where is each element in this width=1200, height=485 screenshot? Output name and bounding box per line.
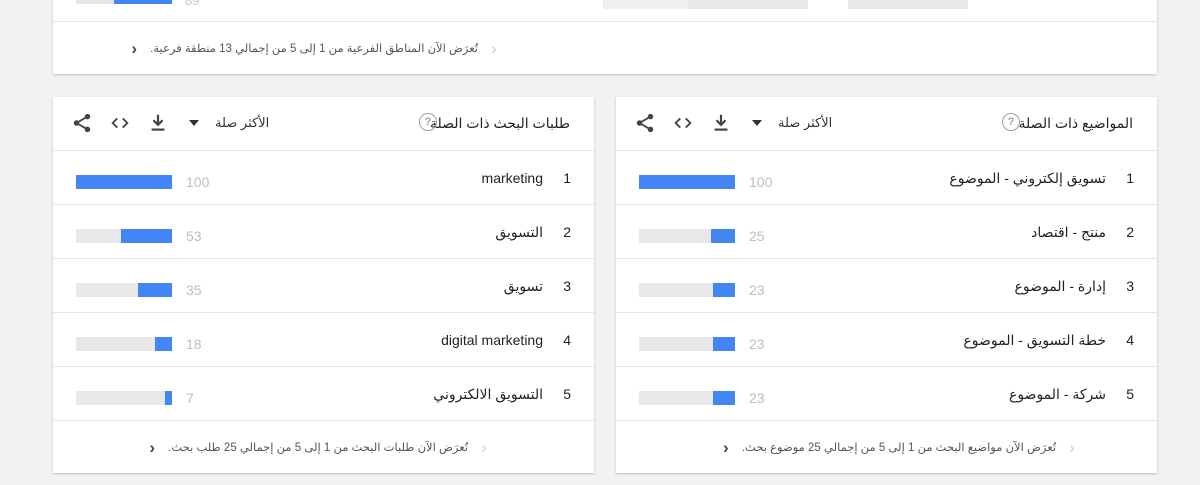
embed-icon[interactable] (109, 112, 131, 134)
sort-dropdown[interactable]: الأكثر صلة (215, 115, 269, 131)
panel-title: طلبات البحث ذات الصلة (429, 115, 570, 131)
bar-track (76, 337, 172, 351)
topics-pagination: ‹ تُعرَض الآن مواضيع البحث من 1 إلى 5 من… (616, 421, 1157, 473)
row-value: 100 (749, 174, 773, 190)
subregion-pagination: ‹ تُعرَض الآن المناطق الفرعية من 1 إلى 5… (53, 22, 1157, 74)
embed-icon[interactable] (672, 112, 694, 134)
row-value: 7 (186, 390, 194, 406)
bar-track (639, 337, 735, 351)
bar-fill (713, 337, 735, 351)
row-label[interactable]: شركة - الموضوع (1009, 386, 1106, 403)
bar-fill (165, 391, 172, 405)
list-item[interactable]: 1 marketing 100 (53, 151, 594, 205)
download-icon[interactable] (147, 112, 169, 134)
row-rank: 5 (1126, 386, 1134, 402)
pagination-text: تُعرَض الآن المناطق الفرعية من 1 إلى 5 م… (150, 43, 478, 55)
share-icon[interactable] (634, 112, 656, 134)
row-rank: 5 (563, 386, 571, 402)
caret-down-icon[interactable] (752, 120, 762, 126)
bar-track (639, 283, 735, 297)
chevron-right-icon[interactable]: ‹ (484, 40, 504, 57)
panel-header: طلبات البحث ذات الصلة ? الأكثر صلة (53, 97, 594, 151)
row-label[interactable]: تسويق (504, 278, 543, 295)
panel-title: المواضيع ذات الصلة (1018, 115, 1133, 131)
list-item[interactable]: 3 إدارة - الموضوع 23 (616, 259, 1157, 313)
row-label[interactable]: تسويق إلكتروني - الموضوع (949, 170, 1106, 187)
row-rank: 1 (1126, 170, 1134, 186)
map-fragment (688, 0, 808, 9)
row-label[interactable]: التسويق (495, 224, 543, 241)
list-item[interactable]: 5 التسويق الالكتروني 7 (53, 367, 594, 421)
bar-fill (713, 391, 735, 405)
row-value: 23 (749, 390, 765, 406)
share-icon[interactable] (71, 112, 93, 134)
caret-down-icon[interactable] (189, 120, 199, 126)
row-label[interactable]: marketing (482, 170, 543, 186)
row-rank: 1 (563, 170, 571, 186)
pagination-text: تُعرَض الآن مواضيع البحث من 1 إلى 5 من إ… (741, 442, 1056, 454)
chevron-right-icon[interactable]: ‹ (474, 439, 494, 456)
list-item[interactable]: 4 خطة التسويق - الموضوع 23 (616, 313, 1157, 367)
panel-header: المواضيع ذات الصلة ? الأكثر صلة (616, 97, 1157, 151)
queries-pagination: ‹ تُعرَض الآن طلبات البحث من 1 إلى 5 من … (53, 421, 594, 473)
row-rank: 3 (1126, 278, 1134, 294)
row-value: 23 (749, 282, 765, 298)
list-item[interactable]: 2 منتج - اقتصاد 25 (616, 205, 1157, 259)
bar-fill (711, 229, 735, 243)
related-queries-panel: طلبات البحث ذات الصلة ? الأكثر صلة 1 mar… (53, 97, 594, 473)
subregion-value: 89 (185, 0, 200, 8)
row-rank: 2 (563, 224, 571, 240)
row-label[interactable]: منتج - اقتصاد (1031, 224, 1106, 241)
download-icon[interactable] (710, 112, 732, 134)
subregion-card: 89 ‹ تُعرَض الآن المناطق الفرعية من 1 إل… (53, 0, 1157, 74)
chevron-right-icon[interactable]: ‹ (1062, 439, 1082, 456)
row-rank: 4 (1126, 332, 1134, 348)
row-label[interactable]: التسويق الالكتروني (433, 386, 543, 403)
row-label[interactable]: خطة التسويق - الموضوع (963, 332, 1106, 349)
bar-track (639, 391, 735, 405)
row-value: 35 (186, 282, 202, 298)
row-value: 25 (749, 228, 765, 244)
chevron-left-icon[interactable]: ‹ (716, 439, 736, 456)
row-value: 23 (749, 336, 765, 352)
row-rank: 2 (1126, 224, 1134, 240)
bar-track (639, 229, 735, 243)
help-icon[interactable]: ? (419, 113, 437, 131)
row-value: 100 (186, 174, 210, 190)
bar-fill (713, 283, 735, 297)
bar-fill (76, 175, 172, 189)
map-fragment (848, 0, 968, 9)
bar-track (639, 175, 735, 189)
row-rank: 4 (563, 332, 571, 348)
list-item[interactable]: 3 تسويق 35 (53, 259, 594, 313)
bar-fill (639, 175, 735, 189)
bar-track (76, 391, 172, 405)
chevron-left-icon[interactable]: ‹ (124, 40, 144, 57)
subregion-bar-fill (114, 0, 172, 4)
bar-track (76, 229, 172, 243)
row-rank: 3 (563, 278, 571, 294)
bar-fill (121, 229, 172, 243)
row-value: 18 (186, 336, 202, 352)
help-icon[interactable]: ? (1002, 113, 1020, 131)
bar-track (76, 175, 172, 189)
list-item[interactable]: 4 digital marketing 18 (53, 313, 594, 367)
row-label[interactable]: إدارة - الموضوع (1014, 278, 1106, 295)
row-label[interactable]: digital marketing (441, 332, 543, 348)
pagination-text: تُعرَض الآن طلبات البحث من 1 إلى 5 من إج… (168, 442, 468, 454)
list-item[interactable]: 5 شركة - الموضوع 23 (616, 367, 1157, 421)
row-value: 53 (186, 228, 202, 244)
bar-fill (138, 283, 172, 297)
list-item[interactable]: 2 التسويق 53 (53, 205, 594, 259)
related-topics-panel: المواضيع ذات الصلة ? الأكثر صلة 1 تسويق … (616, 97, 1157, 473)
bar-fill (155, 337, 172, 351)
bar-track (76, 283, 172, 297)
chevron-left-icon[interactable]: ‹ (142, 439, 162, 456)
sort-dropdown[interactable]: الأكثر صلة (778, 115, 832, 131)
list-item[interactable]: 1 تسويق إلكتروني - الموضوع 100 (616, 151, 1157, 205)
